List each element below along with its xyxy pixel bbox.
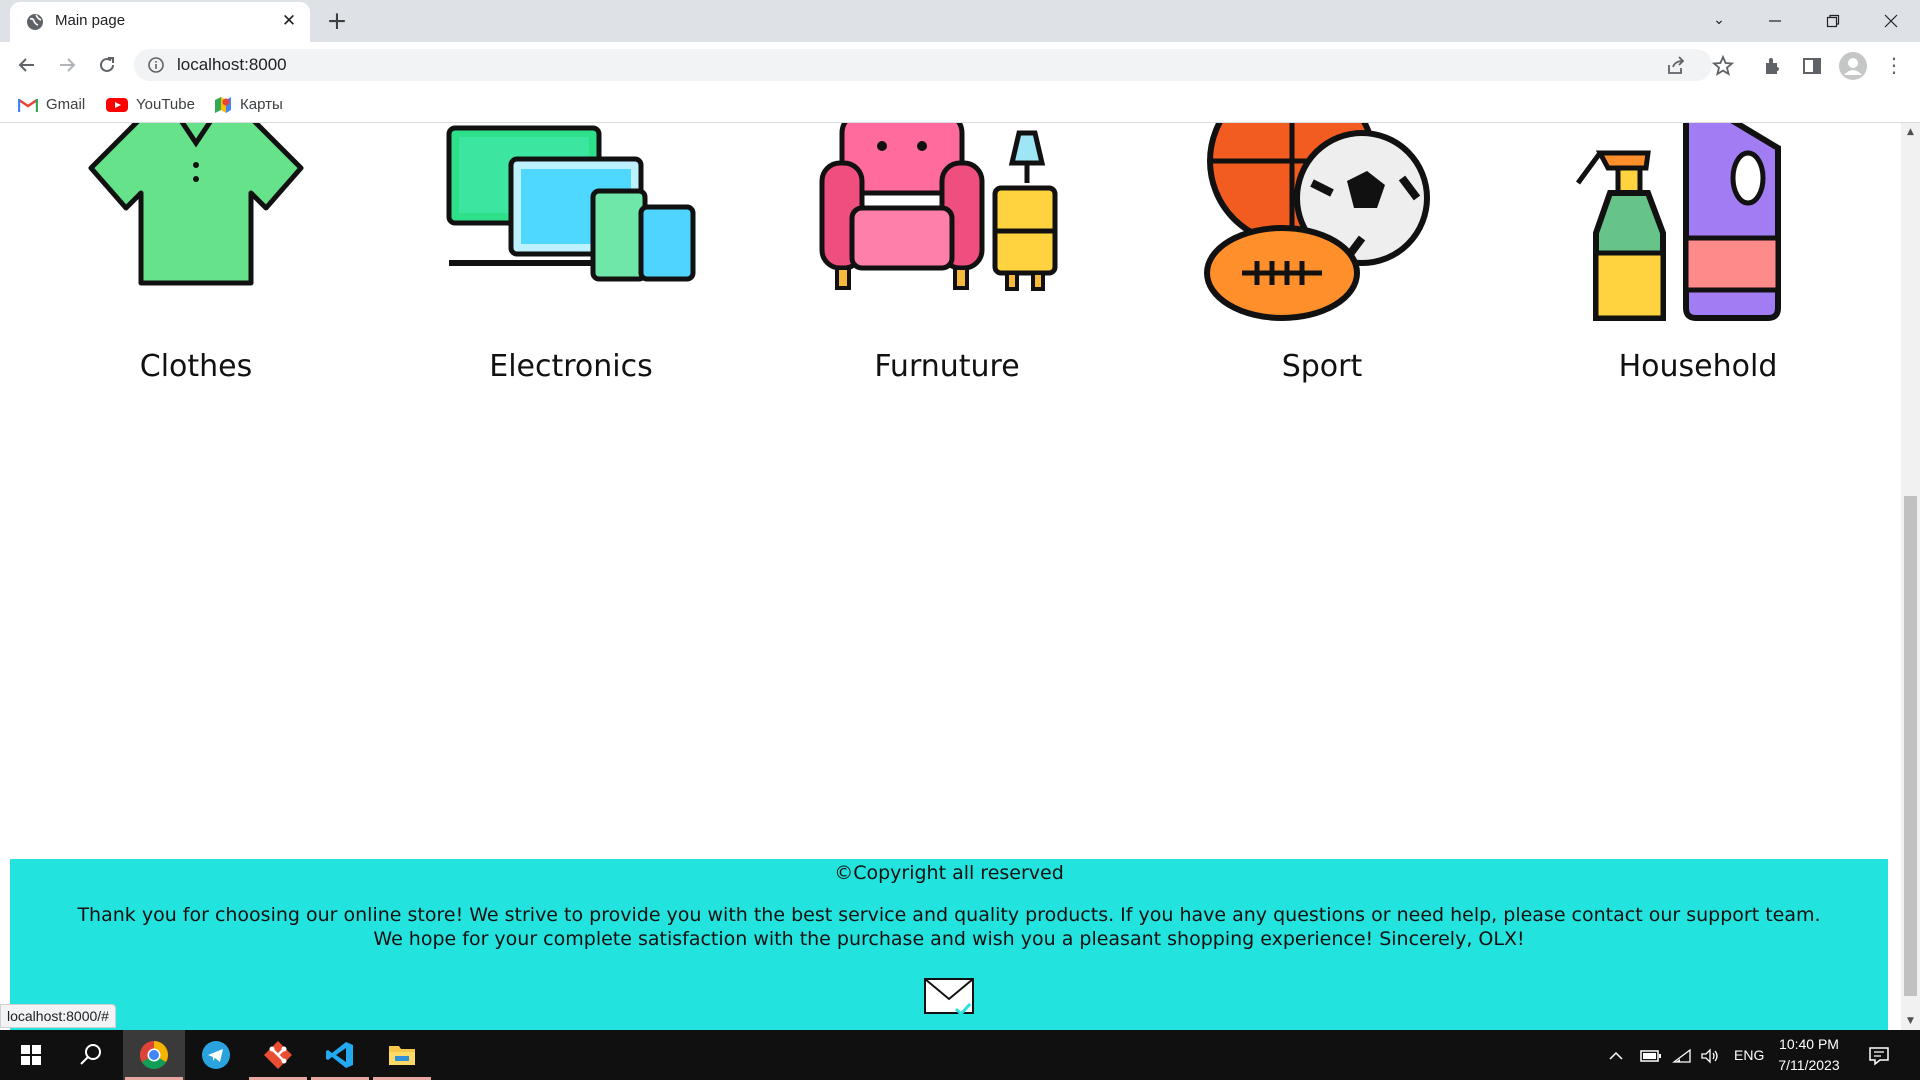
copyright-text: ©Copyright all reserved: [834, 862, 1064, 884]
category-label: Sport: [1281, 349, 1363, 384]
category-sport[interactable]: Sport: [1172, 123, 1472, 413]
close-window-button[interactable]: [1868, 4, 1914, 36]
scroll-thumb[interactable]: [1904, 496, 1917, 996]
profile-avatar-icon[interactable]: [1838, 51, 1868, 81]
taskbar-git[interactable]: [247, 1030, 309, 1080]
language-indicator[interactable]: ENG: [1734, 1030, 1764, 1080]
bookmark-maps[interactable]: Карты: [214, 94, 283, 116]
tab-close-icon[interactable]: ✕: [278, 10, 300, 32]
footer-message: Thank you for choosing our online store!…: [77, 904, 1821, 950]
forward-button[interactable]: [51, 49, 83, 81]
address-bar[interactable]: localhost:8000: [134, 49, 1712, 81]
site-info-icon[interactable]: [148, 57, 164, 73]
new-tab-button[interactable]: +: [322, 6, 352, 36]
category-electronics[interactable]: Electronics: [421, 123, 721, 413]
category-household[interactable]: Household: [1548, 123, 1848, 413]
minimize-button[interactable]: [1752, 4, 1798, 36]
start-button[interactable]: [0, 1030, 62, 1080]
category-furniture[interactable]: Furnuture: [797, 123, 1097, 413]
youtube-icon: [106, 98, 128, 113]
back-button[interactable]: [11, 49, 43, 81]
tab-strip: Main page ✕ + ⌄: [0, 0, 1920, 42]
battery-icon[interactable]: [1640, 1030, 1662, 1080]
vscode-icon: [326, 1042, 353, 1068]
windows-taskbar: ENG 10:40 PM 7/11/2023: [0, 1030, 1920, 1080]
armchair-icon: [819, 123, 1058, 291]
browser-tab[interactable]: Main page ✕: [10, 2, 310, 42]
bookmark-star-icon[interactable]: [1711, 54, 1735, 78]
devices-icon: [446, 125, 696, 282]
globe-icon: [27, 14, 43, 30]
file-explorer-icon: [389, 1046, 415, 1065]
menu-kebab-icon[interactable]: ⋮: [1878, 49, 1910, 81]
search-icon: [80, 1044, 101, 1065]
category-label: Clothes: [139, 349, 253, 384]
volume-icon[interactable]: [1700, 1030, 1720, 1080]
start-icon: [21, 1045, 41, 1065]
taskbar-vscode[interactable]: [309, 1030, 371, 1080]
taskbar-search[interactable]: [60, 1030, 122, 1080]
extensions-icon[interactable]: [1761, 54, 1785, 78]
reload-button[interactable]: [91, 49, 123, 81]
shirt-icon: [88, 123, 304, 286]
maps-icon: [215, 97, 231, 114]
taskbar-clock[interactable]: 10:40 PM 7/11/2023: [1764, 1034, 1854, 1076]
taskbar-file-explorer[interactable]: [371, 1030, 433, 1080]
bookmark-gmail[interactable]: Gmail: [18, 94, 85, 116]
wifi-icon[interactable]: [1672, 1030, 1692, 1080]
show-hidden-icons-chevron-icon[interactable]: [1608, 1030, 1624, 1080]
scroll-up-arrow-icon[interactable]: ▲: [1901, 123, 1920, 141]
category-clothes[interactable]: Clothes: [46, 123, 346, 413]
telegram-icon: [202, 1041, 230, 1069]
balls-icon: [1204, 123, 1430, 321]
git-icon: [264, 1041, 292, 1069]
tab-title: Main page: [55, 12, 126, 29]
scroll-down-arrow-icon[interactable]: ▼: [1901, 1012, 1920, 1030]
restore-button[interactable]: [1810, 4, 1856, 36]
bookmarks-bar: Gmail YouTube Карты: [0, 88, 1920, 123]
share-icon[interactable]: [1664, 54, 1688, 78]
bookmark-youtube[interactable]: YouTube: [106, 94, 195, 116]
taskbar-telegram[interactable]: [185, 1030, 247, 1080]
page-scrollbar[interactable]: ▲ ▼: [1901, 123, 1920, 1030]
bookmark-label: Карты: [240, 96, 283, 113]
category-label: Electronics: [489, 349, 653, 384]
link-status-bar: localhost:8000/#: [0, 1004, 116, 1028]
side-panel-icon[interactable]: [1800, 54, 1824, 78]
site-footer: ©Copyright all reserved Thank you for ch…: [10, 859, 1888, 1030]
clock-date: 7/11/2023: [1778, 1057, 1840, 1073]
mail-icon[interactable]: [924, 977, 974, 1017]
chrome-icon: [140, 1041, 168, 1069]
category-label: Household: [1618, 349, 1778, 384]
page-viewport: Clothes Electronics Furnuture Sport Hous…: [0, 123, 1901, 1030]
gmail-icon: [18, 99, 38, 113]
cleaning-supplies-icon: [1575, 123, 1781, 321]
bookmark-label: YouTube: [136, 96, 195, 113]
bookmark-label: Gmail: [46, 96, 86, 113]
browser-toolbar: localhost:8000 ⋮: [0, 42, 1920, 88]
taskbar-chrome[interactable]: [123, 1030, 185, 1080]
clock-time: 10:40 PM: [1779, 1036, 1839, 1052]
url-text[interactable]: localhost:8000: [177, 55, 287, 75]
category-label: Furnuture: [874, 349, 1020, 384]
tab-search-chevron-icon[interactable]: ⌄: [1696, 4, 1742, 36]
notifications-icon[interactable]: [1868, 1030, 1890, 1080]
